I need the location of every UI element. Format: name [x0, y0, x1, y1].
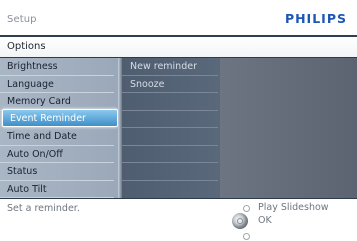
submenu-item-label: Snooze [130, 78, 165, 90]
photo-frame-screen: Setup PHILIPS Options Brightness Languag… [0, 0, 357, 241]
menu-item-label: Language [7, 78, 54, 90]
menu-item-label: Memory Card [7, 96, 71, 107]
menu-item-label: Time and Date [7, 131, 77, 142]
dial-down-indicator-icon [243, 233, 250, 240]
menu-item-label: Auto On/Off [7, 148, 63, 160]
submenu-item-label: New reminder [130, 61, 197, 72]
submenu-empty-row [122, 146, 218, 163]
screen-title: Setup [7, 14, 37, 25]
options-menu: Brightness Language Memory Card Time and… [0, 58, 118, 198]
menu-item-label: Auto Tilt [7, 183, 47, 195]
section-title: Options [7, 41, 46, 52]
submenu: New reminder Snooze [122, 58, 220, 198]
menu-item-event-reminder[interactable]: Event Reminder [2, 109, 118, 127]
top-bar: Setup PHILIPS [0, 10, 357, 32]
submenu-empty-row [122, 111, 218, 128]
menu-item-status[interactable]: Status [0, 163, 114, 181]
ok-label: OK [258, 215, 272, 226]
menu-item-label: Brightness [7, 61, 58, 72]
menu-item-brightness[interactable]: Brightness [0, 58, 114, 76]
play-slideshow-label: Play Slideshow [258, 202, 329, 213]
submenu-empty-row [122, 93, 218, 111]
submenu-empty-row [122, 181, 218, 199]
options-header: Options [0, 37, 357, 57]
ok-knob-icon[interactable] [232, 213, 248, 229]
menu-item-label: Status [7, 166, 38, 177]
menu-item-auto-on-off[interactable]: Auto On/Off [0, 146, 114, 163]
menu-item-memory-card[interactable]: Memory Card [0, 93, 114, 111]
divider [0, 198, 357, 199]
submenu-empty-row [122, 128, 218, 146]
brand-logo: PHILIPS [284, 11, 347, 26]
dial-up-indicator-icon [243, 205, 250, 212]
menu-panel: Brightness Language Memory Card Time and… [0, 58, 357, 198]
submenu-item-new-reminder[interactable]: New reminder [122, 58, 218, 76]
navigation-dial: Play Slideshow OK [228, 202, 329, 241]
detail-pane [220, 58, 357, 198]
menu-item-time-and-date[interactable]: Time and Date [0, 128, 114, 146]
menu-item-language[interactable]: Language [0, 76, 114, 93]
menu-item-label: Event Reminder [10, 113, 86, 124]
submenu-item-snooze[interactable]: Snooze [122, 76, 218, 93]
submenu-empty-row [122, 163, 218, 181]
status-hint: Set a reminder. [7, 203, 80, 214]
menu-item-auto-tilt[interactable]: Auto Tilt [0, 181, 114, 198]
